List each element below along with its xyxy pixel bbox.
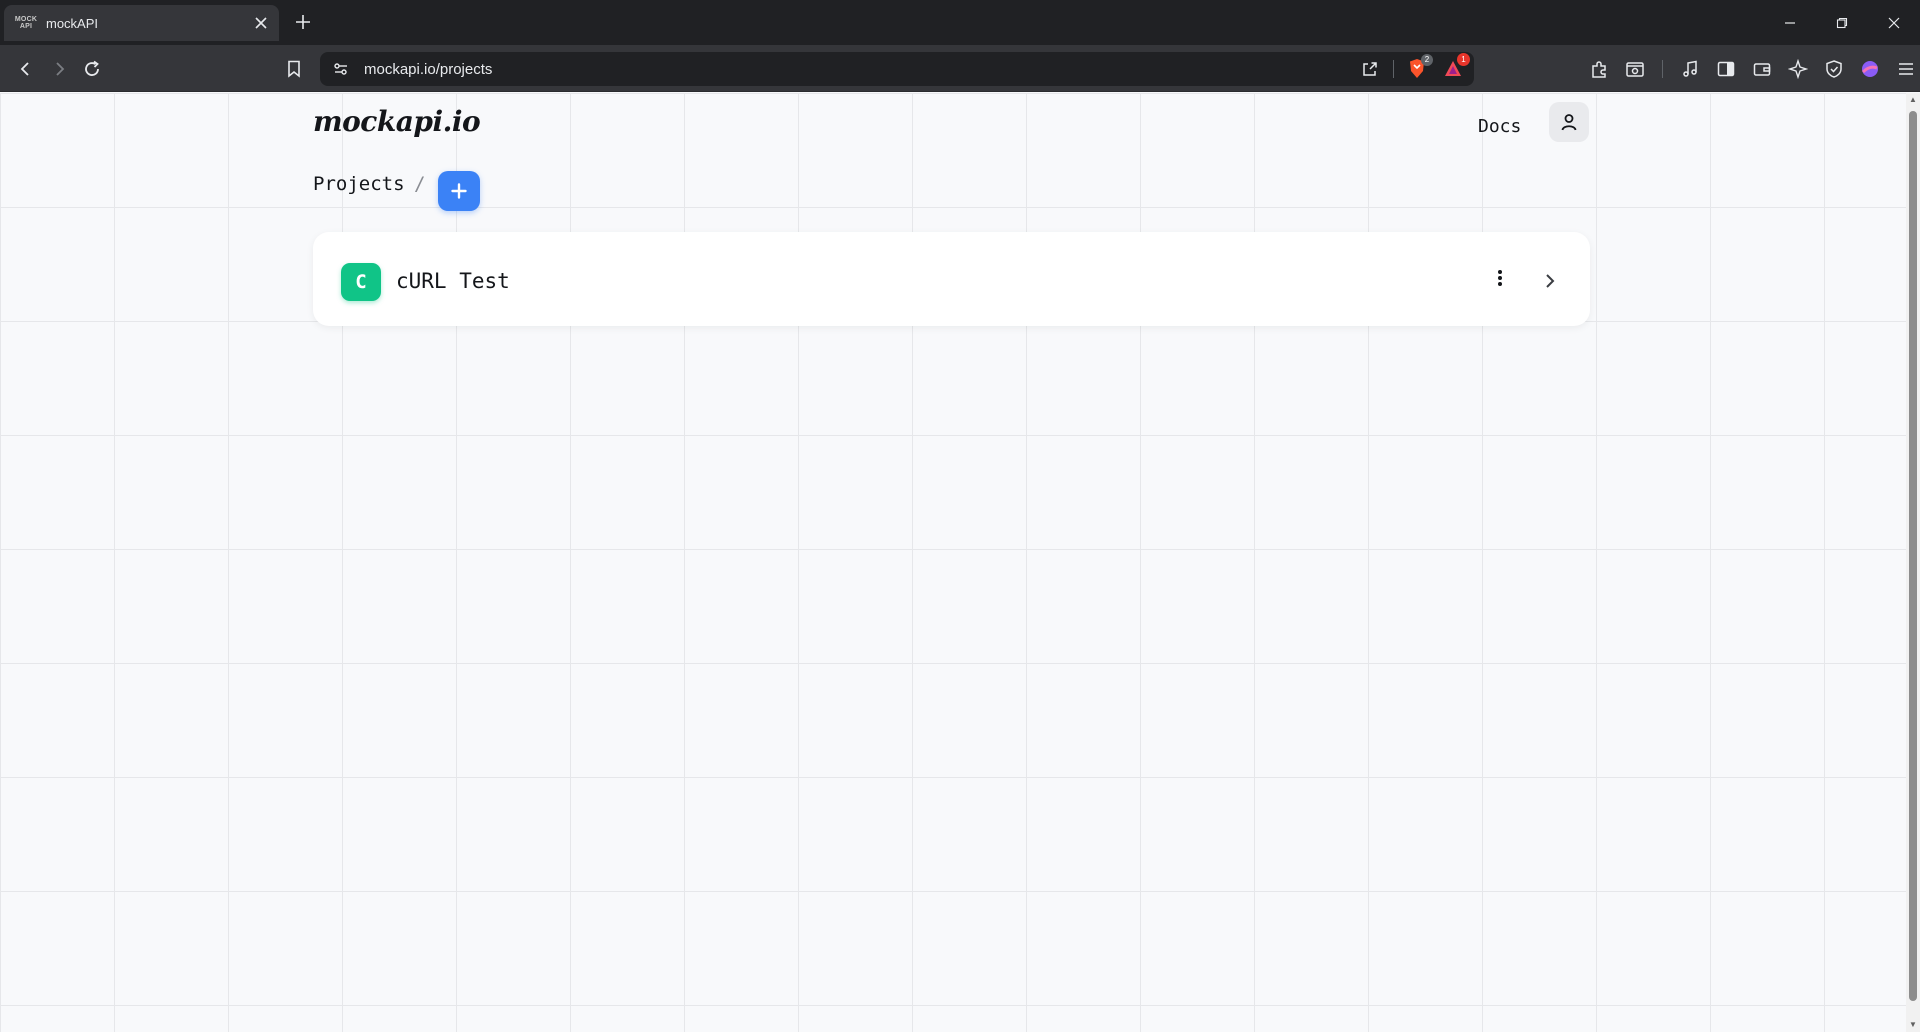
vpn-shield-icon[interactable] xyxy=(1821,56,1847,82)
project-initial-badge: C xyxy=(341,263,381,301)
address-bar[interactable]: mockapi.io/projects 2 1 xyxy=(320,52,1474,86)
share-icon[interactable] xyxy=(1357,56,1383,82)
media-icon[interactable] xyxy=(1677,56,1703,82)
site-logo[interactable]: mockapi.io xyxy=(313,105,481,138)
scroll-up-arrow-icon[interactable]: ▲ xyxy=(1909,96,1917,104)
reload-icon[interactable] xyxy=(78,55,106,83)
divider xyxy=(1662,60,1663,78)
divider xyxy=(1393,60,1394,78)
favicon-text-top: MOCK xyxy=(14,16,38,23)
shields-count-badge: 2 xyxy=(1421,54,1433,66)
browser-toolbar: mockapi.io/projects 2 1 xyxy=(0,45,1920,92)
window-controls xyxy=(1764,0,1920,45)
scroll-thumb[interactable] xyxy=(1909,111,1917,1001)
rewards-count-badge: 1 xyxy=(1457,53,1470,66)
minimize-icon[interactable] xyxy=(1764,0,1816,45)
profile-icon[interactable] xyxy=(1857,56,1883,82)
tab-title: mockAPI xyxy=(46,15,99,31)
chevron-right-icon[interactable] xyxy=(1538,269,1562,293)
bookmark-icon[interactable] xyxy=(280,55,308,83)
back-icon[interactable] xyxy=(12,55,40,83)
tab-favicon: MOCK API xyxy=(14,13,38,33)
url-text[interactable]: mockapi.io/projects xyxy=(364,61,492,78)
user-icon xyxy=(1561,114,1577,131)
close-window-icon[interactable] xyxy=(1868,0,1920,45)
screenshot-icon[interactable] xyxy=(1622,56,1648,82)
menu-icon[interactable] xyxy=(1893,56,1919,82)
project-card[interactable]: C cURL Test xyxy=(313,232,1590,326)
project-name[interactable]: cURL Test xyxy=(396,269,510,293)
new-tab-button[interactable] xyxy=(290,10,316,36)
more-vertical-icon[interactable] xyxy=(1488,264,1512,292)
scroll-down-arrow-icon[interactable]: ▼ xyxy=(1909,1021,1917,1029)
sidebar-icon[interactable] xyxy=(1713,56,1739,82)
restore-icon[interactable] xyxy=(1816,0,1868,45)
breadcrumb-projects[interactable]: Projects xyxy=(313,173,405,195)
tab-close-icon[interactable] xyxy=(251,13,271,33)
add-project-button[interactable] xyxy=(438,171,480,211)
page-content: mockapi.io Docs Projects / C cURL Test xyxy=(0,93,1906,1032)
forward-icon[interactable] xyxy=(45,55,73,83)
page-scrollbar[interactable]: ▲ ▼ xyxy=(1906,93,1920,1032)
leo-ai-icon[interactable] xyxy=(1785,56,1811,82)
browser-tab[interactable]: MOCK API mockAPI xyxy=(4,5,279,41)
browser-tab-bar: MOCK API mockAPI xyxy=(0,0,1920,45)
breadcrumb-separator: / xyxy=(414,173,426,195)
extensions-icon[interactable] xyxy=(1586,56,1612,82)
brave-rewards-icon[interactable]: 1 xyxy=(1440,53,1470,82)
address-bar-actions: 2 1 xyxy=(1357,53,1470,82)
brave-shields-icon[interactable]: 2 xyxy=(1404,54,1433,82)
plus-icon xyxy=(451,183,467,199)
toolbar-right xyxy=(1586,56,1919,82)
docs-link[interactable]: Docs xyxy=(1478,116,1521,137)
wallet-icon[interactable] xyxy=(1749,56,1775,82)
site-settings-icon[interactable] xyxy=(332,60,350,83)
account-button[interactable] xyxy=(1549,102,1589,142)
favicon-text-bottom: API xyxy=(19,23,33,30)
